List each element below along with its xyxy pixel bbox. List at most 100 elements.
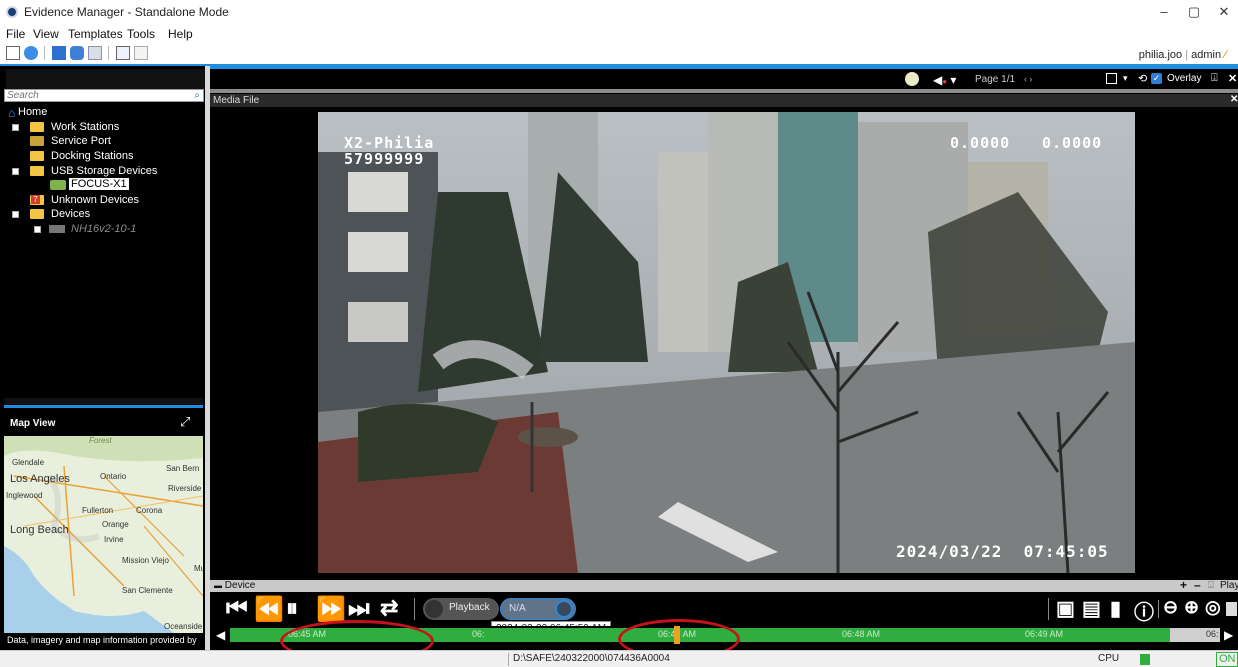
map-label: Mu <box>194 564 203 573</box>
user-role[interactable]: admin <box>1191 49 1221 61</box>
tree-item-work-stations[interactable]: Work Stations <box>0 120 200 134</box>
list-icon[interactable] <box>88 46 102 60</box>
rewind-icon[interactable]: ⏪ <box>254 595 284 624</box>
tree-item-service-port[interactable]: Service Port <box>0 134 200 148</box>
edit-icon[interactable] <box>116 46 130 60</box>
globe-icon[interactable] <box>24 46 38 60</box>
timeline-prev-icon[interactable]: ◀ <box>216 628 225 642</box>
toolbar-separator <box>44 46 45 60</box>
count-badge: 7 <box>31 195 40 204</box>
page-nav-icon[interactable]: ‹ › <box>1024 74 1033 84</box>
search-icon[interactable]: ⌕ <box>194 90 200 101</box>
minimize-button[interactable]: – <box>1150 2 1178 22</box>
toggle-knob <box>425 600 443 618</box>
users-icon[interactable] <box>70 46 84 60</box>
menu-help[interactable]: Help <box>168 27 193 41</box>
tree-item-nh16v2[interactable]: NH16v2-10-1 <box>0 222 200 236</box>
controls-separator <box>1048 598 1049 620</box>
overlay-timestamp: 2024/03/22 07:45:05 <box>896 542 1109 561</box>
overlay-latitude: 0.0000 <box>950 134 1011 152</box>
fullscreen-icon[interactable]: ⍗ <box>1211 72 1218 85</box>
usb-drive-icon <box>50 180 66 190</box>
device-icon[interactable] <box>52 46 66 60</box>
layout-checkbox[interactable] <box>1106 73 1117 84</box>
menu-view[interactable]: View <box>33 27 59 41</box>
timeline-tick: 06: <box>1206 629 1219 639</box>
expand-icon[interactable] <box>12 124 19 131</box>
split-handle[interactable] <box>4 398 203 404</box>
close-viewer-icon[interactable]: ✕ <box>1228 72 1237 85</box>
sync-icon[interactable]: ⟲ <box>1138 72 1147 85</box>
home-icon: ⌂ <box>8 106 16 120</box>
info-icon[interactable]: ⓘ <box>1134 596 1154 625</box>
device-tab[interactable]: ▬ Device <box>214 580 255 591</box>
tree-item-label: Home <box>18 106 48 118</box>
expand-map-icon[interactable]: ⤢ <box>180 414 190 430</box>
map-label: Mission Viejo <box>122 556 169 565</box>
close-button[interactable]: ✕ <box>1210 2 1238 22</box>
collapse-icon[interactable] <box>12 168 19 175</box>
menu-templates[interactable]: Templates <box>68 27 123 41</box>
bookmark-icon[interactable]: ▮ <box>1110 596 1121 621</box>
service-port-icon <box>30 136 44 146</box>
video-frame[interactable]: X2-Philia 57999999 0.0000 0.0000 2024/03… <box>318 112 1135 573</box>
map-header: Map View ⤢ <box>4 410 203 436</box>
close-media-icon[interactable]: ✕ <box>1230 94 1238 105</box>
map-view[interactable]: Forest Glendale San Bern Los Angeles Ont… <box>4 436 203 633</box>
collapse-icon[interactable] <box>12 211 19 218</box>
tree-item-label: NH16v2-10-1 <box>71 223 137 235</box>
tree-header <box>6 69 205 89</box>
timeline-next-icon[interactable]: ▶ <box>1224 628 1233 642</box>
pause-icon[interactable]: ⏸ <box>286 595 298 623</box>
folder-icon <box>30 209 44 219</box>
key-icon: ⁄ <box>1224 49 1226 61</box>
repeat-icon[interactable]: ⇄ <box>380 595 398 621</box>
menu-file[interactable]: File <box>6 27 25 41</box>
reset-zoom-icon[interactable]: ◎ <box>1205 597 1221 618</box>
tree-item-focus-x1[interactable]: FOCUS-X1 <box>0 178 200 192</box>
skip-start-icon[interactable]: ⏮ <box>226 595 248 623</box>
tree-item-home[interactable]: ⌂ Home <box>0 105 200 120</box>
zoom-out-icon[interactable]: – <box>1194 578 1201 592</box>
map-label: Ontario <box>100 472 127 481</box>
map-title: Map View <box>10 418 56 429</box>
tree-item-usb-storage-devices[interactable]: USB Storage Devices <box>0 164 200 178</box>
na-toggle[interactable]: N/A <box>500 598 576 620</box>
dropdown-icon[interactable]: ▾ <box>1123 73 1128 84</box>
map-label: Riverside <box>168 484 202 493</box>
snapshot-icon[interactable]: ▣ <box>1056 596 1075 621</box>
restore-button[interactable]: ▢ <box>1180 2 1208 22</box>
playback-tab-label[interactable]: Playback <box>1220 580 1238 591</box>
timeline-tick: 06:49 AM <box>1025 629 1064 639</box>
skip-end-icon[interactable]: ⏭ <box>348 595 370 623</box>
expand-icon[interactable] <box>34 226 41 233</box>
tree-item-unknown-devices[interactable]: 7 Unknown Devices <box>0 193 200 207</box>
viewer-separator <box>210 89 1238 93</box>
menu-tools[interactable]: Tools <box>127 27 155 41</box>
film-icon[interactable]: ▤ <box>1082 596 1101 621</box>
title-bar: Evidence Manager - Standalone Mode – ▢ ✕ <box>0 0 1238 24</box>
volume-icon[interactable]: ◀● ▾ <box>933 73 956 87</box>
user-name[interactable]: philia.joo <box>1139 49 1182 61</box>
zoom-in-icon[interactable]: + <box>1180 578 1187 592</box>
overlay-longitude: 0.0000 <box>1042 134 1103 152</box>
viewer-top-rule <box>210 66 1238 69</box>
zoom-in-circle-icon[interactable]: ⊕ <box>1184 597 1199 618</box>
calendar-icon[interactable] <box>1226 602 1237 616</box>
tree-item-label: Service Port <box>51 135 111 147</box>
overlay-checkbox[interactable]: ✓ <box>1151 73 1162 84</box>
brightness-icon[interactable] <box>905 72 919 86</box>
app-icon <box>6 6 18 18</box>
tree-item-docking-stations[interactable]: Docking Stations <box>0 149 200 163</box>
dock-icon[interactable]: ⍗ <box>1208 580 1214 591</box>
zoom-out-circle-icon[interactable]: ⊖ <box>1163 597 1178 618</box>
tree-item-devices[interactable]: Devices <box>0 207 200 221</box>
map-divider <box>4 405 203 408</box>
overlay-label: Overlay <box>1167 73 1202 84</box>
report-icon[interactable] <box>134 46 148 60</box>
new-document-icon[interactable] <box>6 46 20 60</box>
tree-search-input[interactable] <box>7 90 187 101</box>
cpu-label: CPU <box>1098 653 1120 664</box>
playback-toggle[interactable]: Playback <box>423 598 499 620</box>
na-toggle-label: N/A <box>509 603 526 614</box>
